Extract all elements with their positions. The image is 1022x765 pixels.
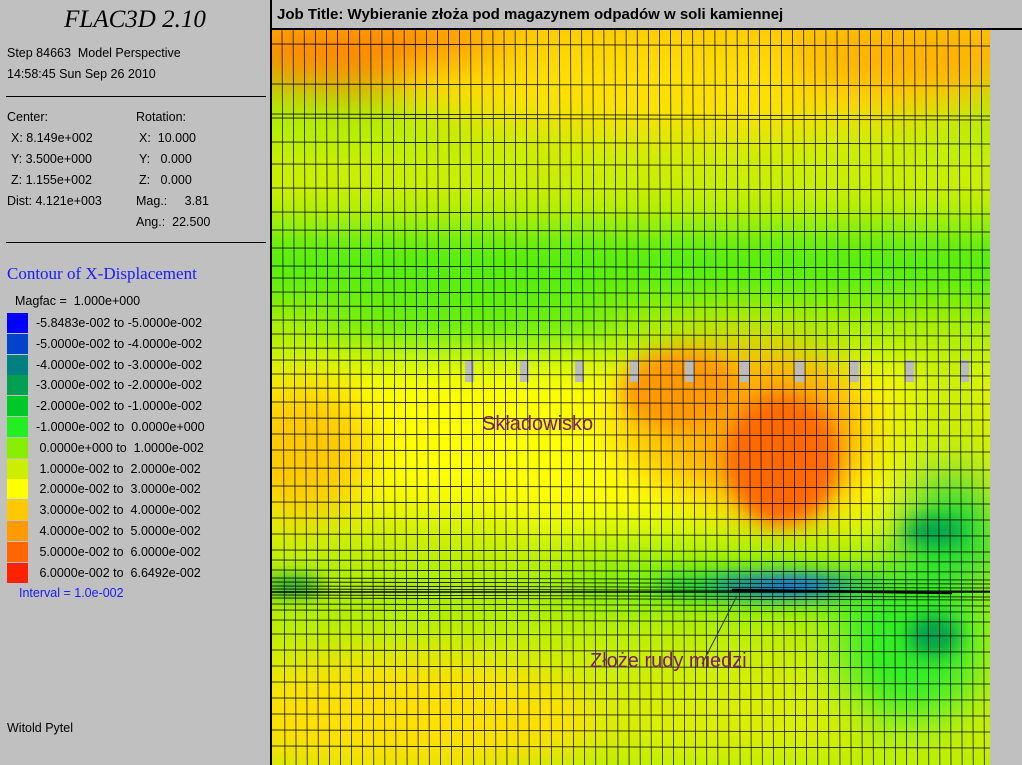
legend-label: 5.0000e-002 to 6.0000e-002 [36, 544, 201, 559]
center-x: X: 8.149e+002 [11, 131, 93, 145]
center-y: Y: 3.500e+000 [11, 152, 92, 166]
rotation-label: Rotation: [136, 110, 187, 124]
legend-swatch [7, 500, 28, 521]
legend-swatch [7, 313, 28, 333]
rotation-x: X: 10.000 [139, 131, 196, 145]
ore-label: Złoże rudy miedzi [590, 650, 747, 672]
legend-row: -1.0000e-002 to 0.0000e+000 [7, 417, 267, 437]
job-title-bar: Job Title: Wybieranie złoża pod magazyne… [272, 0, 1022, 30]
legend-label: 0.0000e+000 to 1.0000e-002 [36, 440, 204, 455]
legend-swatch [7, 417, 28, 437]
legend-label: -4.0000e-002 to -3.0000e-002 [36, 357, 203, 372]
legend-swatch [7, 562, 28, 583]
legend-label: 2.0000e-002 to 3.0000e-002 [36, 482, 201, 497]
contour-plot[interactable]: Składowisko Złoże rudy miedzi [272, 30, 1022, 765]
legend-label: -2.0000e-002 to -1.0000e-002 [36, 399, 203, 414]
legend-row: 4.0000e-002 to 5.0000e-002 [7, 521, 267, 541]
rotation-z: Z: 0.000 [139, 173, 192, 187]
info-panel: FLAC3D 2.10 Step 84663 Model Perspective… [0, 0, 272, 765]
legend-swatch [7, 333, 28, 354]
legend-row: -4.0000e-002 to -3.0000e-002 [7, 354, 267, 375]
legend-label: -5.8483e-002 to -5.0000e-002 [36, 316, 203, 330]
rotation-y: Y: 0.000 [139, 152, 192, 166]
app-title: FLAC3D 2.10 [64, 6, 206, 33]
angle: Ang.: 22.500 [136, 215, 211, 229]
legend-label: 1.0000e-002 to 2.0000e-002 [36, 461, 201, 476]
legend-row: 3.0000e-002 to 4.0000e-002 [7, 500, 267, 521]
legend-row: 2.0000e-002 to 3.0000e-002 [7, 479, 267, 500]
legend-label: -5.0000e-002 to -4.0000e-002 [36, 336, 203, 351]
magfac: Magfac = 1.000e+000 [15, 294, 141, 308]
legend-label: 6.0000e-002 to 6.6492e-002 [36, 565, 201, 580]
legend-swatch [7, 437, 28, 458]
legend-label: 3.0000e-002 to 4.0000e-002 [36, 503, 201, 518]
legend-row: -3.0000e-002 to -2.0000e-002 [7, 375, 267, 396]
legend-swatch [7, 479, 28, 500]
legend-row: 6.0000e-002 to 6.6492e-002 [7, 562, 267, 583]
legend-row: 5.0000e-002 to 6.0000e-002 [7, 541, 267, 562]
timestamp: 14:58:45 Sun Sep 26 2010 [7, 67, 156, 81]
legend-row: -5.0000e-002 to -4.0000e-002 [7, 333, 267, 354]
legend-swatch [7, 354, 28, 375]
viewport[interactable]: Job Title: Wybieranie złoża pod magazyne… [272, 0, 1022, 765]
legend-swatch [7, 375, 28, 396]
legend-label: -3.0000e-002 to -2.0000e-002 [36, 378, 203, 393]
legend-row: 0.0000e+000 to 1.0000e-002 [7, 437, 267, 458]
center-z: Z: 1.155e+002 [11, 173, 92, 187]
contour-title: Contour of X-Displacement [7, 264, 197, 283]
distance: Dist: 4.121e+003 [7, 194, 102, 208]
legend-swatch [7, 458, 28, 479]
legend-row: -5.8483e-002 to -5.0000e-002 [7, 313, 267, 333]
legend-row: 1.0000e-002 to 2.0000e-002 [7, 458, 267, 479]
author: Witold Pytel [7, 721, 73, 735]
magnification: Mag.: 3.81 [136, 194, 209, 208]
legend-label: 4.0000e-002 to 5.0000e-002 [36, 524, 201, 538]
job-title: Job Title: Wybieranie złoża pod magazyne… [277, 6, 784, 23]
legend-swatch [7, 541, 28, 562]
storage-label: Składowisko [482, 413, 593, 435]
legend-swatch [7, 521, 28, 541]
legend-label: -1.0000e-002 to 0.0000e+000 [36, 420, 205, 434]
step-line: Step 84663 Model Perspective [7, 46, 181, 60]
divider [6, 242, 266, 243]
center-label: Center: [7, 110, 48, 124]
interval: Interval = 1.0e-002 [19, 586, 124, 600]
divider [6, 96, 266, 97]
legend-row: -2.0000e-002 to -1.0000e-002 [7, 396, 267, 417]
legend-swatch [7, 396, 28, 417]
